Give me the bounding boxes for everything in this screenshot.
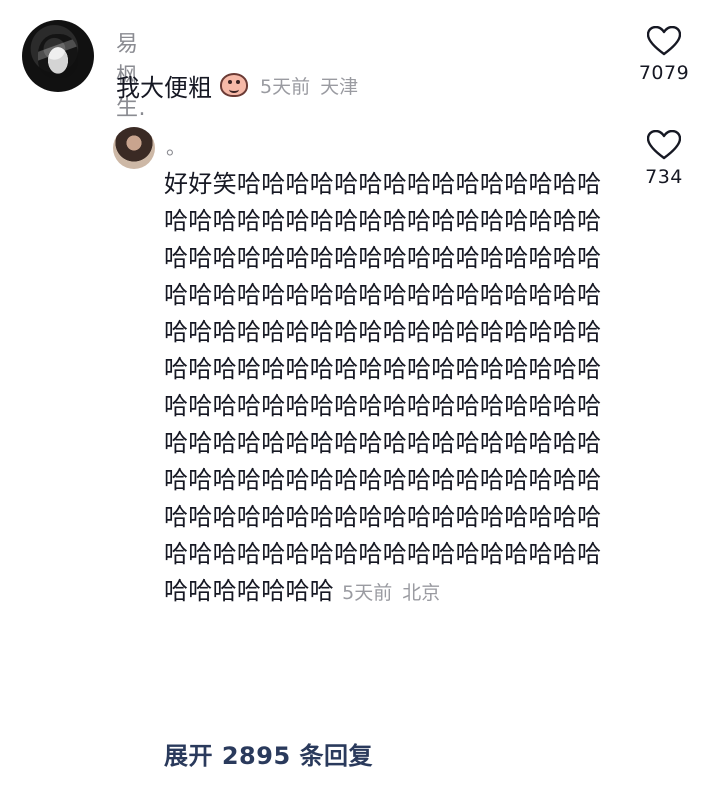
reply-location: 北京 (402, 582, 441, 604)
like-button[interactable]: 734 (628, 130, 700, 188)
reply-meta: 5天前 北京 (342, 582, 440, 604)
like-button[interactable]: 7079 (628, 26, 700, 84)
like-count: 7079 (638, 62, 690, 84)
reply-time: 5天前 (342, 582, 393, 604)
comment-text: 我大便粗 (116, 73, 212, 102)
pig-face-emoji-icon (218, 71, 250, 99)
heart-icon (647, 130, 681, 160)
reply-username[interactable]: 。 (166, 131, 187, 160)
avatar[interactable] (22, 20, 94, 92)
reply-content[interactable]: 好好笑哈哈哈哈哈哈哈哈哈哈哈哈哈哈哈哈哈哈哈哈哈哈哈哈哈哈哈哈哈哈哈哈哈哈哈哈哈… (164, 166, 612, 612)
comment-location: 天津 (320, 75, 359, 98)
avatar-image (38, 34, 78, 78)
heart-icon (647, 26, 681, 56)
comment-meta: 5天前 天津 (260, 72, 358, 99)
comment-time: 5天前 (260, 75, 311, 98)
reply-text: 好好笑哈哈哈哈哈哈哈哈哈哈哈哈哈哈哈哈哈哈哈哈哈哈哈哈哈哈哈哈哈哈哈哈哈哈哈哈哈… (164, 170, 602, 605)
expand-replies-button[interactable]: 展开 2895 条回复 (164, 736, 373, 771)
comment-content[interactable]: 我大便粗 5天前 天津 (116, 68, 358, 102)
like-count: 734 (645, 166, 683, 188)
avatar[interactable] (113, 127, 155, 169)
